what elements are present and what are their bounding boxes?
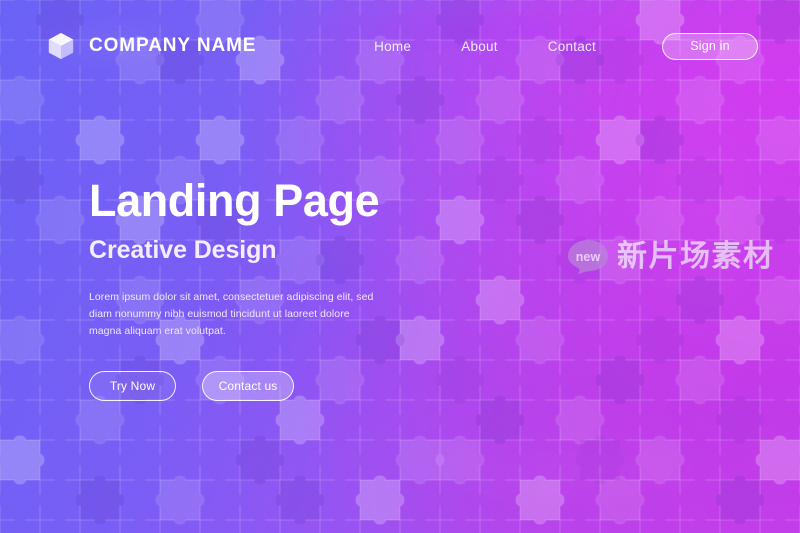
main-navigation: Home About Contact Sign in (374, 32, 758, 60)
cube-icon (48, 32, 74, 60)
brand-logo[interactable]: COMPANY NAME (46, 31, 256, 61)
hero-paragraph: Lorem ipsum dolor sit amet, consectetuer… (89, 290, 374, 337)
hero-subtitle: Creative Design (89, 235, 277, 264)
landing-page-canvas: COMPANY NAME Home About Contact Sign in … (0, 0, 800, 533)
nav-item-home[interactable]: Home (374, 39, 411, 54)
hero-cta-group: Try Now Contact us (89, 370, 509, 401)
brand-name: COMPANY NAME (89, 35, 257, 56)
hero-section: Landing Page Creative Design Lorem ipsum… (89, 175, 509, 401)
try-now-button[interactable]: Try Now (89, 370, 176, 401)
contact-us-button[interactable]: Contact us (202, 370, 294, 401)
nav-item-contact[interactable]: Contact (548, 39, 596, 54)
sign-in-button[interactable]: Sign in (662, 32, 758, 60)
site-header: COMPANY NAME Home About Contact Sign in (0, 0, 800, 92)
hero-title: Landing Page (89, 175, 380, 226)
nav-item-about[interactable]: About (461, 39, 498, 54)
